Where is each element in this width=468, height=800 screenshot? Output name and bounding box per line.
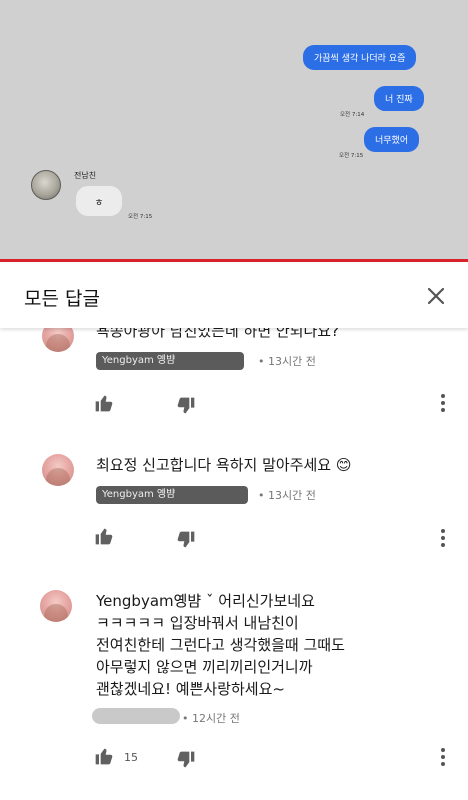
comment-text: 전여친한테 그런다고 생각했을때 그때도 xyxy=(96,636,345,654)
comments-list: 욕쫑아광아 남친있는데 하면 안되나요? Yengbyam 옝뱜 • 13시간 … xyxy=(0,328,468,800)
sender-avatar xyxy=(31,170,61,200)
video-frame[interactable]: 가끔씩 생각 나더라 요즘 오전 7:14 너 진짜 오전 7:15 너무했어 … xyxy=(0,0,468,262)
replies-header: 모든 답글 xyxy=(0,262,468,328)
dislike-icon[interactable] xyxy=(176,396,196,416)
author-name: Yengbyam 옝뱜 xyxy=(102,489,176,500)
chat-bubble-outgoing: 너 진짜 xyxy=(374,86,424,111)
close-icon[interactable] xyxy=(424,284,448,308)
replies-title: 모든 답글 xyxy=(24,288,100,310)
avatar[interactable] xyxy=(40,590,72,622)
comment-text: 아무렇지 않으면 끼리끼리인거니까 xyxy=(96,658,313,676)
chat-time: 오전 7:15 xyxy=(128,214,153,220)
redacted-author xyxy=(92,708,180,724)
author-chip[interactable]: Yengbyam 옝뱜 xyxy=(96,352,244,370)
chat-bubble-outgoing: 가끔씩 생각 나더라 요즘 xyxy=(303,45,417,70)
like-icon[interactable] xyxy=(94,526,114,546)
author-name[interactable]: Yengbyam옝뱜 ˇ xyxy=(96,592,214,610)
like-icon[interactable] xyxy=(94,746,114,766)
more-vertical-icon[interactable] xyxy=(440,393,446,413)
author-chip[interactable]: Yengbyam 옝뱜 xyxy=(96,486,248,504)
dislike-icon[interactable] xyxy=(176,530,196,550)
comment-age: • 13시간 전 xyxy=(258,489,316,502)
sender-name: 전남친 xyxy=(74,171,97,180)
like-icon[interactable] xyxy=(94,393,114,413)
like-count: 15 xyxy=(124,751,138,764)
comment-age: • 13시간 전 xyxy=(258,355,316,368)
chat-time: 오전 7:15 xyxy=(339,153,364,159)
chat-bubble-outgoing: 너무했어 xyxy=(364,127,420,152)
author-name: Yengbyam 옝뱜 xyxy=(102,355,176,366)
comment-text: 욕쫑아광아 남친있는데 하면 안되나요? xyxy=(96,328,340,340)
avatar[interactable] xyxy=(42,454,74,486)
comment-text: ㅋㅋㅋㅋㅋ 입장바꿔서 내남친이 xyxy=(96,614,299,632)
chat-bubble-incoming: ㅎ xyxy=(76,186,122,216)
comment-text: Yengbyam옝뱜 ˇ 어리신가보네요 xyxy=(96,592,315,610)
avatar[interactable] xyxy=(42,328,74,352)
more-vertical-icon[interactable] xyxy=(440,747,446,767)
chat-time: 오전 7:14 xyxy=(340,112,365,118)
more-vertical-icon[interactable] xyxy=(440,528,446,548)
comment-age: • 12시간 전 xyxy=(182,712,240,725)
comment-text: 괜찮겠네요! 예쁜사랑하세요~ xyxy=(96,680,285,698)
dislike-icon[interactable] xyxy=(176,750,196,770)
comment-text: 최요정 신고합니다 욕하지 말아주세요 😊 xyxy=(96,456,352,474)
